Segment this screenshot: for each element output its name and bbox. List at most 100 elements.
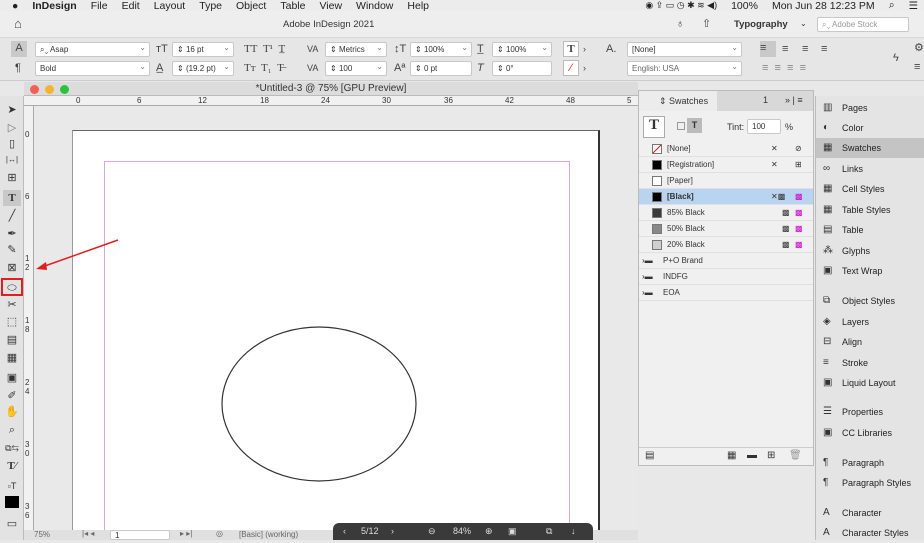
kerning-field[interactable]: ⇕ Metrics bbox=[325, 41, 387, 57]
new-group-icon[interactable]: ▬ bbox=[747, 450, 757, 461]
page-nav-prev[interactable]: |◂ ◂ bbox=[82, 529, 94, 538]
vertical-scale-field[interactable]: ⇕ 100% bbox=[410, 41, 472, 57]
dock-cc-libraries[interactable]: ▣ CC Libraries bbox=[816, 423, 924, 443]
justify-left-button[interactable]: ≡ ≡ ≡ ≡ bbox=[762, 61, 806, 75]
zoom-level[interactable]: 75% bbox=[34, 530, 50, 539]
direct-selection-tool[interactable]: ▷ bbox=[3, 120, 21, 136]
preflight-icon[interactable]: ◎ bbox=[216, 529, 223, 538]
stock-search-input[interactable]: ⌕⌄ Adobe Stock bbox=[817, 17, 909, 32]
character-style-field[interactable]: [None] bbox=[627, 41, 742, 57]
ellipse-tool[interactable]: ⬭ bbox=[1, 278, 23, 296]
preflight-profile[interactable]: [Basic] (working) bbox=[239, 530, 298, 539]
dock-table-styles[interactable]: ▦ Table Styles bbox=[816, 200, 924, 220]
dock-character-styles[interactable]: A Character Styles bbox=[816, 523, 924, 543]
menu-app[interactable]: InDesign bbox=[32, 0, 76, 12]
page-nav-next[interactable]: ▸ ▸| bbox=[180, 529, 192, 538]
swatch-paper[interactable]: [Paper] bbox=[639, 173, 813, 189]
dock-paragraph[interactable]: ¶ Paragraph bbox=[816, 453, 924, 473]
formatting-text-icon[interactable]: T bbox=[687, 118, 702, 133]
ellipse-shape[interactable] bbox=[221, 326, 417, 482]
fill-stroke-icon[interactable]: T⁄ bbox=[3, 458, 21, 474]
gap-tool[interactable]: |↔| bbox=[3, 152, 21, 168]
apple-icon[interactable]: ● bbox=[12, 0, 18, 12]
document-canvas[interactable] bbox=[34, 106, 638, 530]
all-caps-button[interactable]: TT T¹ T̲ bbox=[244, 42, 285, 56]
horizontal-ruler[interactable]: 0 6 12 18 24 30 36 42 48 5 bbox=[24, 96, 638, 106]
close-window-button[interactable] bbox=[30, 85, 39, 94]
dock-stroke[interactable]: ≡ Stroke bbox=[816, 353, 924, 373]
dock-properties[interactable]: ☰ Properties bbox=[816, 402, 924, 422]
swatch-20-black[interactable]: 20% Black ▩ ▩ bbox=[639, 237, 813, 253]
stroke-none-icon[interactable]: ⁄ bbox=[563, 60, 579, 76]
gradient-feather-tool[interactable]: ▦ bbox=[3, 350, 21, 366]
panel-menu-icon[interactable]: ≡ bbox=[914, 60, 920, 74]
screen-mode-icon[interactable]: ▭ bbox=[3, 516, 21, 532]
align-right-button[interactable]: ≡ bbox=[802, 42, 808, 56]
fill-text-icon[interactable]: T bbox=[563, 41, 579, 57]
gradient-swatch-tool[interactable]: ▤ bbox=[3, 332, 21, 348]
zoom-window-button[interactable] bbox=[60, 85, 69, 94]
rotate-icon[interactable]: ⧉ bbox=[546, 526, 552, 537]
dock-glyphs[interactable]: ⁂ Glyphs bbox=[816, 241, 924, 261]
download-icon[interactable]: ↓ bbox=[571, 526, 576, 536]
next-page-icon[interactable]: › bbox=[391, 526, 394, 536]
page-tool[interactable]: ▯ bbox=[3, 136, 21, 152]
dock-character[interactable]: A Character bbox=[816, 503, 924, 523]
menu-edit[interactable]: Edit bbox=[122, 0, 140, 12]
show-kinds-icon[interactable]: ▤ bbox=[645, 450, 654, 461]
stroke-arrow-button[interactable]: › bbox=[583, 61, 586, 75]
apply-color-icon[interactable] bbox=[5, 496, 19, 508]
page-number-field[interactable]: 1 bbox=[110, 530, 170, 540]
dock-text-wrap[interactable]: ▣ Text Wrap bbox=[816, 261, 924, 281]
dock-pages[interactable]: ▥ Pages bbox=[816, 98, 924, 118]
paragraph-mode-button[interactable]: ¶ bbox=[15, 61, 21, 75]
document-page[interactable] bbox=[72, 130, 600, 530]
dock-cell-styles[interactable]: ▦ Cell Styles bbox=[816, 179, 924, 199]
lightbulb-icon[interactable]: ♁ bbox=[676, 17, 684, 31]
selection-tool[interactable]: ➤ bbox=[3, 102, 21, 118]
menu-view[interactable]: View bbox=[319, 0, 342, 12]
menu-object[interactable]: Object bbox=[236, 0, 266, 12]
menu-window[interactable]: Window bbox=[356, 0, 393, 12]
menu-table[interactable]: Table bbox=[280, 0, 305, 12]
fill-arrow-button[interactable]: › bbox=[583, 42, 586, 56]
swatch-group[interactable]: ›▬ P+O Brand bbox=[639, 253, 813, 269]
add-to-cc-icon[interactable]: ▦ bbox=[727, 450, 736, 461]
font-family-field[interactable]: ⌕⌄ Asap bbox=[35, 41, 150, 57]
note-tool[interactable]: ▣ bbox=[3, 370, 21, 386]
character-mode-button[interactable]: A bbox=[11, 41, 27, 57]
menu-list-icon[interactable]: ☰ bbox=[909, 0, 918, 12]
dock-paragraph-styles[interactable]: ¶ Paragraph Styles bbox=[816, 473, 924, 493]
zoom-out-icon[interactable]: ⊖ bbox=[428, 526, 436, 537]
workspace-switcher[interactable]: Typography bbox=[734, 19, 788, 30]
pen-tool[interactable]: ✒ bbox=[3, 226, 21, 242]
hand-tool[interactable]: ✋ bbox=[3, 404, 21, 420]
free-transform-tool[interactable]: ⬚ bbox=[3, 314, 21, 330]
type-tool[interactable]: T bbox=[3, 190, 21, 206]
vertical-ruler[interactable]: 0 6 1 2 1 8 2 4 3 0 3 6 bbox=[24, 106, 34, 530]
dock-links[interactable]: ∞ Links bbox=[816, 159, 924, 179]
dock-layers[interactable]: ◈ Layers bbox=[816, 312, 924, 332]
default-colors-icon[interactable]: ⧉⇆ bbox=[3, 440, 21, 456]
align-center-button[interactable]: ≡ bbox=[782, 42, 788, 56]
align-left-button[interactable]: ≡ bbox=[760, 41, 776, 57]
rectangle-frame-tool[interactable]: ⊠ bbox=[3, 260, 21, 276]
fill-stroke-text-icon[interactable]: T bbox=[643, 116, 665, 138]
new-swatch-icon[interactable]: ⊞ bbox=[767, 450, 775, 461]
formatting-affects-text-icon[interactable]: ▫T bbox=[3, 478, 21, 494]
baseline-shift-field[interactable]: ⇕ 0 pt bbox=[410, 61, 472, 76]
skew-field[interactable]: ⇕ 0° bbox=[492, 61, 552, 76]
dock-color[interactable]: ◐ Color bbox=[816, 118, 924, 138]
dock-table[interactable]: ▤ Table bbox=[816, 220, 924, 240]
zoom-in-icon[interactable]: ⊕ bbox=[485, 526, 493, 537]
share-icon[interactable]: ⇧ bbox=[702, 17, 711, 31]
formatting-container-icon[interactable] bbox=[677, 122, 685, 130]
swatch-85-black[interactable]: 85% Black ▩ ▩ bbox=[639, 205, 813, 221]
settings-icon[interactable]: ⚙ bbox=[914, 41, 924, 55]
dock-object-styles[interactable]: ⧉ Object Styles bbox=[816, 291, 924, 311]
content-collector-tool[interactable]: ⊞ bbox=[3, 170, 21, 186]
delete-swatch-icon[interactable]: 🗑 bbox=[789, 450, 802, 461]
small-caps-button[interactable]: Tт T₁ T̶ bbox=[244, 61, 284, 75]
quick-apply-icon[interactable]: ϟ bbox=[893, 51, 899, 65]
home-icon[interactable]: ⌂ bbox=[14, 17, 22, 31]
